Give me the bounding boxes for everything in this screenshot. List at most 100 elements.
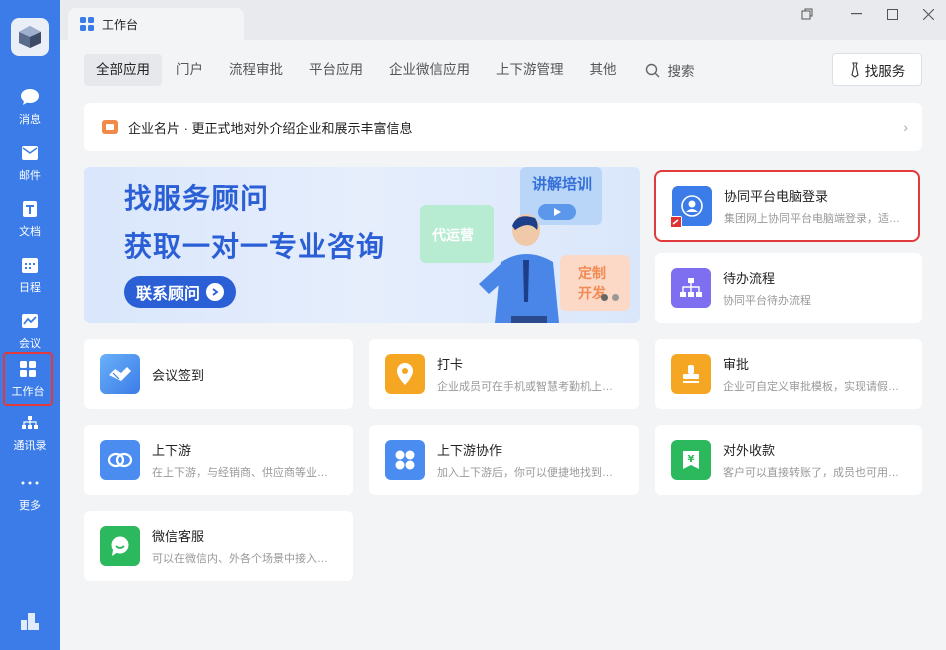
ops-label: 代运营	[432, 227, 474, 243]
minimize-icon[interactable]	[846, 4, 866, 24]
main-area: 工作台 全部应用 门户 流程审批 平台应用 企业微信应用 上下游管理 其他 搜索…	[60, 0, 946, 650]
carousel-indicator[interactable]	[601, 294, 623, 301]
tab-platform-apps[interactable]: 平台应用	[297, 54, 375, 86]
handshake-icon	[100, 354, 140, 394]
promo-headline: 找服务顾问	[124, 183, 270, 214]
tab-label: 工作台	[102, 17, 139, 32]
sidebar-item-label: 日程	[19, 282, 41, 294]
sidebar-item-calendar[interactable]: 日程	[0, 250, 60, 300]
tab-portal[interactable]: 门户	[164, 54, 215, 86]
app-description: 企业成员可在手机或智慧考勤机上完成打卡	[437, 381, 622, 393]
sidebar-item-label: 会议	[19, 338, 41, 350]
tie-icon	[851, 61, 859, 78]
tab-workbench[interactable]: 工作台	[68, 8, 244, 40]
app-description: 客户可以直接转账了，成员也可用收款码收款	[723, 467, 908, 479]
sidebar-item-workbench[interactable]: 工作台	[3, 352, 53, 406]
consultant-illustration	[479, 214, 559, 323]
app-description: 集团网上协同平台电脑端登录，适用于集团各单位	[724, 213, 910, 225]
meeting-icon	[20, 311, 40, 331]
yuan-wallet-icon: ¥	[671, 440, 711, 480]
company-card-banner[interactable]: 企业名片 · 更正式地对外介绍企业和展示丰富信息 ›	[84, 103, 922, 151]
tab-wecom-apps[interactable]: 企业微信应用	[377, 54, 482, 86]
maximize-icon[interactable]	[882, 4, 902, 24]
sidebar-item-contacts[interactable]: 通讯录	[0, 408, 60, 458]
app-card-approval[interactable]: 审批 企业可自定义审批模板，实现请假、报销等审批	[655, 339, 922, 409]
workbench-tab-icon	[80, 17, 94, 31]
company-card-icon	[102, 120, 118, 134]
sidebar: 消息 邮件 文档 日程 会议 工作台 通讯录 更多	[0, 0, 60, 650]
app-title: 会议签到	[152, 367, 205, 383]
app-card-supply-chain[interactable]: 上下游 在上下游，与经销商、供应商等业务伙伴协同	[84, 425, 353, 495]
find-service-button[interactable]: 找服务	[832, 53, 922, 86]
app-card-supply-chain-collab[interactable]: 上下游协作 加入上下游后，你可以便捷地找到相关联系人	[369, 425, 639, 495]
search-label: 搜索	[667, 64, 695, 79]
location-pin-icon	[385, 354, 425, 394]
tab-other[interactable]: 其他	[578, 54, 629, 86]
stamp-icon	[671, 354, 711, 394]
document-icon	[20, 199, 40, 219]
chat-smile-icon	[100, 526, 140, 566]
app-title: 打卡	[437, 357, 464, 372]
sidebar-item-label: 更多	[19, 500, 41, 512]
app-card-wechat-support[interactable]: 微信客服 可以在微信内、外各个场景中接入微信客服	[84, 511, 353, 581]
contact-consultant-button[interactable]: 联系顾问	[124, 276, 236, 308]
app-description: 可以在微信内、外各个场景中接入微信客服	[152, 553, 337, 565]
app-description: 协同平台待办流程	[723, 295, 811, 307]
org-chart-icon	[20, 413, 40, 433]
chevron-right-icon: ›	[903, 119, 908, 135]
promo-subheadline: 获取一对一专业咨询	[124, 231, 386, 262]
title-bar: 工作台	[60, 0, 946, 40]
consultant-promo-banner[interactable]: 找服务顾问 获取一对一专业咨询 联系顾问 讲解培训 代运营 定制开发	[84, 167, 640, 323]
flowchart-icon	[671, 268, 711, 308]
app-card-external-payment[interactable]: ¥ 对外收款 客户可以直接转账了，成员也可用收款码收款	[655, 425, 922, 495]
more-dots-icon	[20, 473, 40, 493]
sidebar-item-docs[interactable]: 文档	[0, 194, 60, 244]
category-tabs: 全部应用 门户 流程审批 平台应用 企业微信应用 上下游管理 其他 搜索	[84, 54, 695, 86]
sidebar-item-label: 邮件	[19, 170, 41, 182]
app-card-clock-in[interactable]: 打卡 企业成员可在手机或智慧考勤机上完成打卡	[369, 339, 639, 409]
app-title: 上下游	[152, 443, 192, 458]
tab-all-apps[interactable]: 全部应用	[84, 54, 162, 86]
sidebar-item-mail[interactable]: 邮件	[0, 138, 60, 188]
contact-consultant-label: 联系顾问	[136, 286, 201, 303]
shortcut-arrow-icon	[670, 216, 682, 228]
tab-supply-chain[interactable]: 上下游管理	[484, 54, 576, 86]
sidebar-item-messages[interactable]: 消息	[0, 82, 60, 132]
sidebar-item-label: 文档	[19, 226, 41, 238]
app-title: 上下游协作	[437, 443, 503, 458]
app-description: 企业可自定义审批模板，实现请假、报销等审批	[723, 381, 908, 393]
app-title: 待办流程	[723, 271, 776, 286]
sidebar-item-meeting[interactable]: 会议	[0, 306, 60, 356]
svg-text:¥: ¥	[688, 454, 695, 465]
search-button[interactable]: 搜索	[645, 60, 695, 80]
sidebar-item-label: 消息	[19, 114, 41, 126]
person-badge-icon	[670, 186, 712, 228]
banner-text: 企业名片 · 更正式地对外介绍企业和展示丰富信息	[128, 120, 413, 136]
app-title: 审批	[723, 357, 750, 372]
sidebar-item-more[interactable]: 更多	[0, 468, 60, 518]
app-title: 微信客服	[152, 529, 205, 544]
tab-workflow-approval[interactable]: 流程审批	[217, 54, 295, 86]
app-card-meeting-checkin[interactable]: 会议签到	[84, 339, 353, 409]
app-title: 对外收款	[723, 443, 776, 458]
app-description: 加入上下游后，你可以便捷地找到相关联系人	[437, 467, 622, 479]
app-logo	[11, 18, 49, 56]
app-title: 协同平台电脑登录	[724, 189, 829, 204]
link-rings-icon	[100, 440, 140, 480]
chat-bubble-icon	[20, 87, 40, 107]
popout-window-icon[interactable]	[797, 4, 817, 24]
home-building-icon[interactable]	[19, 610, 41, 632]
app-card-pending-workflow[interactable]: 待办流程 协同平台待办流程	[655, 253, 922, 323]
training-label: 讲解培训	[532, 176, 593, 193]
workbench-grid-icon	[18, 359, 38, 379]
sidebar-item-label: 通讯录	[13, 440, 47, 452]
mail-icon	[20, 143, 40, 163]
calendar-icon	[20, 255, 40, 275]
app-description: 在上下游，与经销商、供应商等业务伙伴协同	[152, 467, 337, 479]
find-service-label: 找服务	[864, 63, 906, 79]
close-icon[interactable]	[918, 4, 938, 24]
sidebar-item-label: 工作台	[11, 386, 45, 398]
app-card-platform-login[interactable]: 协同平台电脑登录 集团网上协同平台电脑端登录，适用于集团各单位	[654, 170, 920, 242]
four-dots-icon	[385, 440, 425, 480]
search-icon	[645, 63, 659, 77]
